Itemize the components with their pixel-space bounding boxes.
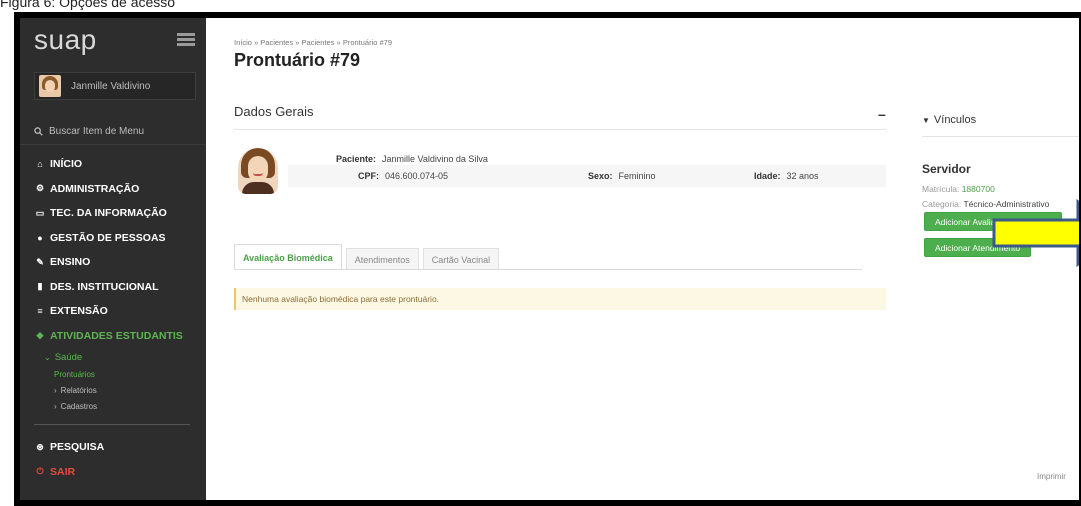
section-title: Dados Gerais [234,104,314,119]
screenshot-frame: suap Janmille Valdivino Buscar Item de M… [14,12,1081,506]
submenu-label: Saúde [54,351,83,363]
triangle-down-icon: ▼ [922,115,930,125]
sidebar-item-label: DES. INSTITUCIONAL [50,280,159,293]
user-profile[interactable]: Janmille Valdivino [34,72,196,100]
empty-state-alert: Nenhuma avaliação biomédica para este pr… [234,288,886,310]
tab-cartao-vacinal[interactable]: Cartão Vacinal [422,248,500,270]
sidebar-item-label: EXTENSÃO [50,305,108,318]
sidebar-item-label: PESQUISA [50,441,105,454]
tab-atendimentos[interactable]: Atendimentos [345,248,419,270]
cpf-row: CPF: 046.600.074-05 [358,171,448,181]
avatar [39,75,61,97]
chevron-down-icon: ⌄ [44,352,51,362]
home-icon: ⌂ [37,159,43,170]
app-window: suap Janmille Valdivino Buscar Item de M… [20,18,1079,500]
sidebar-item-ensino[interactable]: ✎ ENSINO [34,250,204,275]
bar-chart-icon: ▮ [37,281,43,292]
submenu-atividades: ⌄ Saúde Prontuários › Relatórios › Cadastro… [44,348,204,414]
cpf-value: 046.600.074-05 [385,171,449,181]
sidebar-item-label: TEC. DA INFORMAÇÃO [50,207,167,220]
sidebar-item-des-institucional[interactable]: ▮ DES. INSTITUCIONAL [34,275,204,300]
sidebar-item-label: ATIVIDADES ESTUDANTIS [50,329,183,342]
sidebar-item-atividades-estudantis[interactable]: ◆ ATIVIDADES ESTUDANTIS [34,324,204,349]
categoria-label: Categoria: [922,199,962,209]
menu-divider [34,424,190,425]
patient-name-row: Paciente: Janmille Valdivino da Silva [336,154,488,164]
user-icon: ● [37,232,43,243]
sidebar-item-label: ADMINISTRAÇÃO [50,182,140,195]
breadcrumb[interactable]: Início » Pacientes » Pacientes » Prontuá… [234,38,392,47]
sidebar: suap Janmille Valdivino Buscar Item de M… [20,18,206,500]
sexo-value: Feminino [618,171,656,181]
tab-avaliacao-biomedica[interactable]: Avaliação Biomédica [234,244,342,270]
app-logo[interactable]: suap [34,24,97,56]
collapse-icon[interactable]: – [878,106,886,122]
menu-divider [20,144,206,145]
search-icon [34,127,43,136]
vinculos-divider [922,136,1079,137]
sidebar-item-pesquisa[interactable]: ⊛ PESQUISA [34,435,204,460]
matricula-label: Matrícula: [922,184,960,194]
sexo-row: Sexo: Feminino [588,171,656,181]
menu-search-placeholder: Buscar Item de Menu [49,126,145,137]
submenu-item-saude[interactable]: ⌄ Saúde [44,348,204,366]
submenu-label: Cadastros [60,401,98,411]
matricula-row: Matrícula: 1880700 [922,184,995,194]
patient-name: Janmille Valdivino da Silva [382,154,488,164]
menu-search[interactable]: Buscar Item de Menu [34,126,144,137]
gears-icon: ⚙ [35,183,45,194]
page-title: Prontuário #79 [234,50,361,70]
chevron-right-icon: › [54,401,57,411]
hamburger-menu-icon[interactable] [177,33,195,47]
tabs-divider [234,269,862,270]
figure-caption: Figura 6: Opções de acesso [0,0,176,10]
patient-photo [238,148,278,194]
sidebar-item-label: GESTÃO DE PESSOAS [50,231,166,244]
sidebar-item-label: INÍCIO [50,158,83,171]
sidebar-item-inicio[interactable]: ⌂ INÍCIO [34,152,204,177]
sidebar-item-tec-informacao[interactable]: ▭ TEC. DA INFORMAÇÃO [34,201,204,226]
sidebar-item-administracao[interactable]: ⚙ ADMINISTRAÇÃO [34,177,204,202]
main-content: Início » Pacientes » Pacientes » Prontuá… [206,18,1079,500]
arrow-annotation-icon [992,198,1079,268]
submenu-label: Relatórios [60,385,97,395]
user-name: Janmille Valdivino [71,80,151,92]
sidebar-item-gestao-pessoas[interactable]: ● GESTÃO DE PESSOAS [34,226,204,251]
cpf-label: CPF: [358,171,379,181]
submenu-saude: Prontuários › Relatórios › Cadastros [54,366,204,414]
sidebar-item-extensao[interactable]: ≡ EXTENSÃO [34,299,204,324]
sidebar-item-label: ENSINO [50,256,91,269]
flask-icon: ⊛ [36,441,44,452]
power-icon: ⏻ [36,466,44,477]
vinculos-title: Vínculos [933,114,977,126]
submenu-item-cadastros[interactable]: › Cadastros [54,398,204,414]
chevron-right-icon: › [54,385,57,395]
bars-icon: ≡ [37,306,43,317]
idade-label: Idade: [754,171,781,181]
sidebar-item-label: SAIR [50,465,76,478]
submenu-item-prontuarios[interactable]: Prontuários [54,366,204,382]
idade-value: 32 anos [786,171,819,181]
patient-label: Paciente: [336,154,377,164]
submenu-item-relatorios[interactable]: › Relatórios [54,382,204,398]
monitor-icon: ▭ [35,207,45,218]
vinculos-toggle[interactable]: ▼ Vínculos [922,114,976,126]
section-divider [234,129,886,130]
pencil-icon: ✎ [36,256,44,267]
sexo-label: Sexo: [588,171,613,181]
servidor-heading: Servidor [922,162,971,176]
sidebar-item-sair[interactable]: ⏻ SAIR [34,460,204,485]
graduation-cap-icon: ◆ [36,330,44,341]
matricula-value[interactable]: 1880700 [962,184,995,194]
idade-row: Idade: 32 anos [754,171,819,181]
sidebar-menu: ⌂ INÍCIO ⚙ ADMINISTRAÇÃO ▭ TEC. DA INFORMAÇ… [34,152,204,484]
tab-bar: Avaliação Biomédica Atendimentos Cartão … [234,244,503,270]
